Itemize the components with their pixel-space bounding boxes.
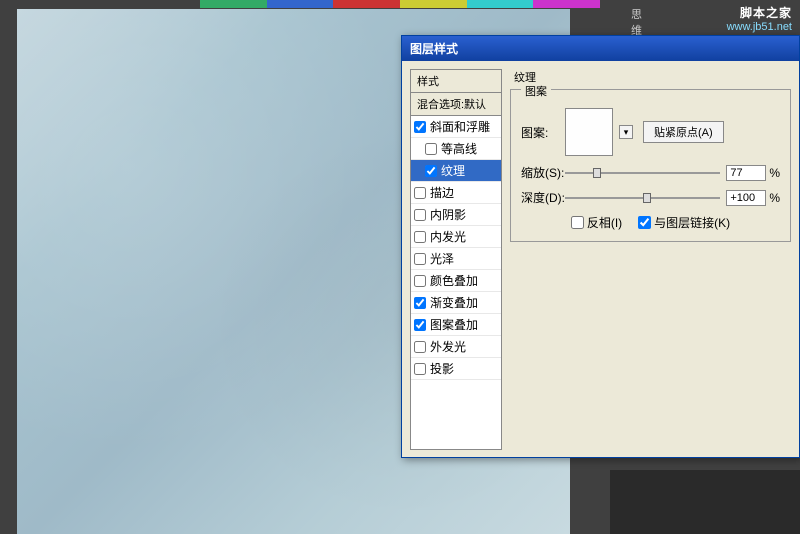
invert-checkbox[interactable] [571, 216, 584, 229]
style-checkbox[interactable] [414, 297, 426, 309]
watermark-title: 脚本之家 [727, 4, 792, 21]
style-item-label: 斜面和浮雕 [430, 118, 490, 135]
pattern-dropdown-icon[interactable]: ▾ [619, 125, 633, 139]
scale-input[interactable] [726, 165, 766, 181]
style-checkbox[interactable] [414, 319, 426, 331]
style-item-label: 投影 [430, 360, 454, 377]
depth-input[interactable] [726, 190, 766, 206]
style-list: 样式 混合选项:默认 斜面和浮雕等高线纹理描边内阴影内发光光泽颜色叠加渐变叠加图… [410, 69, 502, 450]
style-item-label: 内阴影 [430, 206, 466, 223]
pattern-swatch[interactable] [565, 108, 613, 156]
style-item-label: 图案叠加 [430, 316, 478, 333]
style-item-label: 等高线 [441, 140, 477, 157]
invert-checkbox-label[interactable]: 反相(I) [571, 214, 622, 231]
style-item-1[interactable]: 等高线 [411, 138, 501, 160]
watermark-url: www.jb51.net [727, 21, 792, 33]
style-item-6[interactable]: 光泽 [411, 248, 501, 270]
scale-unit: % [769, 166, 780, 180]
texture-group-title: 纹理 [514, 69, 791, 85]
style-checkbox[interactable] [414, 275, 426, 287]
panels-dock [610, 470, 800, 534]
style-header: 样式 [411, 70, 501, 93]
style-checkbox[interactable] [425, 143, 437, 155]
style-item-label: 纹理 [441, 162, 465, 179]
style-checkbox[interactable] [414, 187, 426, 199]
style-item-label: 内发光 [430, 228, 466, 245]
style-item-7[interactable]: 颜色叠加 [411, 270, 501, 292]
watermark: 思维 脚本之家 www.jb51.net [727, 4, 792, 33]
blend-options-row[interactable]: 混合选项:默认 [411, 93, 501, 116]
style-checkbox[interactable] [414, 253, 426, 265]
style-checkbox[interactable] [414, 231, 426, 243]
layer-style-dialog: 图层样式 样式 混合选项:默认 斜面和浮雕等高线纹理描边内阴影内发光光泽颜色叠加… [401, 35, 800, 458]
texture-settings: 纹理 图案 图案: ▾ 贴紧原点(A) 缩放(S): % [510, 69, 791, 450]
style-item-label: 光泽 [430, 250, 454, 267]
depth-unit: % [769, 191, 780, 205]
dialog-title: 图层样式 [402, 36, 799, 61]
style-checkbox[interactable] [414, 341, 426, 353]
style-item-11[interactable]: 投影 [411, 358, 501, 380]
style-item-label: 外发光 [430, 338, 466, 355]
style-item-8[interactable]: 渐变叠加 [411, 292, 501, 314]
watermark-prefix: 思维 [631, 6, 642, 38]
style-item-3[interactable]: 描边 [411, 182, 501, 204]
pattern-subgroup: 图案 [521, 83, 551, 99]
style-checkbox[interactable] [414, 209, 426, 221]
snap-origin-button[interactable]: 贴紧原点(A) [643, 121, 724, 143]
scale-slider[interactable] [565, 166, 720, 180]
style-item-label: 描边 [430, 184, 454, 201]
style-item-label: 颜色叠加 [430, 272, 478, 289]
link-checkbox-label[interactable]: 与图层链接(K) [638, 214, 730, 231]
style-item-4[interactable]: 内阴影 [411, 204, 501, 226]
depth-label: 深度(D): [521, 189, 565, 206]
style-checkbox[interactable] [414, 121, 426, 133]
depth-slider[interactable] [565, 191, 720, 205]
style-item-9[interactable]: 图案叠加 [411, 314, 501, 336]
style-item-0[interactable]: 斜面和浮雕 [411, 116, 501, 138]
style-checkbox[interactable] [425, 165, 437, 177]
pattern-label: 图案: [521, 124, 565, 141]
style-item-10[interactable]: 外发光 [411, 336, 501, 358]
scale-label: 缩放(S): [521, 164, 565, 181]
style-item-2[interactable]: 纹理 [411, 160, 501, 182]
style-item-label: 渐变叠加 [430, 294, 478, 311]
style-item-5[interactable]: 内发光 [411, 226, 501, 248]
link-checkbox[interactable] [638, 216, 651, 229]
style-checkbox[interactable] [414, 363, 426, 375]
